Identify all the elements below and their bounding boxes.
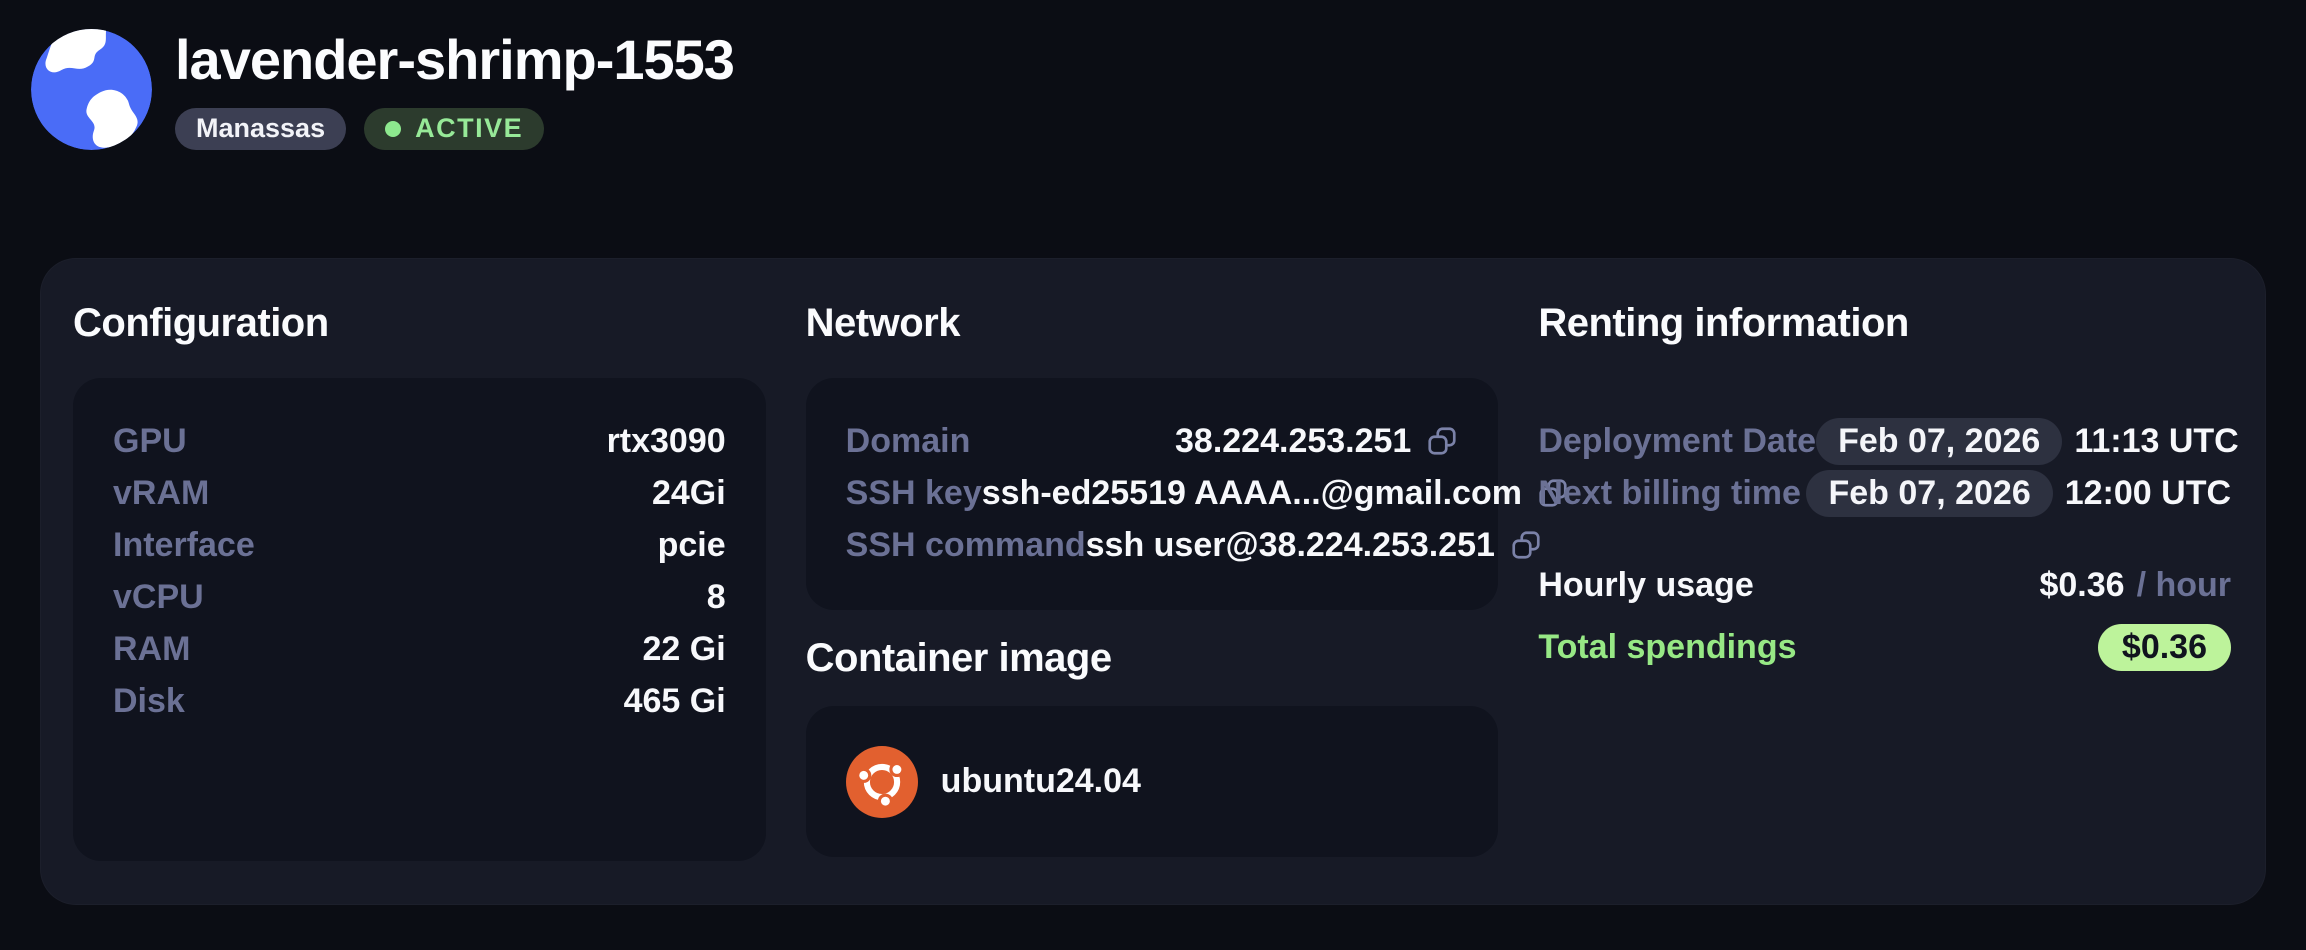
hourly-usage-label: Hourly usage [1538,568,1753,602]
hourly-usage-row: Hourly usage $0.36 / hour [1538,559,2231,611]
domain-value: 38.224.253.251 [1175,424,1411,458]
next-billing-row: Next billing time Feb 07, 2026 12:00 UTC [1538,467,2231,519]
hourly-usage-suffix: / hour [2137,568,2231,602]
container-image-card: ubuntu24.04 [806,706,1499,857]
network-section: Network Domain 38.224.253.251 SSH key [806,299,1499,904]
config-row-vcpu: vCPU 8 [113,571,726,623]
badges-row: Manassas ACTIVE [175,108,734,150]
network-heading: Network [806,299,1499,347]
network-label: Domain [846,424,971,458]
deployment-date-row: Deployment Date Feb 07, 2026 11:13 UTC [1538,415,2231,467]
config-row-ram: RAM 22 Gi [113,623,726,675]
copy-icon [1510,529,1542,561]
copy-domain-button[interactable] [1426,425,1458,457]
next-billing-date-pill: Feb 07, 2026 [1806,470,2052,517]
ubuntu-logo-icon [846,746,918,818]
ssh-key-value: ssh-ed25519 AAAA...@gmail.com [982,476,1522,510]
config-value: pcie [658,528,726,562]
copy-icon [1426,425,1458,457]
container-image-name: ubuntu24.04 [941,762,1141,801]
config-row-vram: vRAM 24Gi [113,467,726,519]
network-label: SSH command [846,528,1086,562]
network-card: Domain 38.224.253.251 SSH key ssh-ed2551… [806,378,1499,610]
instance-title: lavender-shrimp-1553 [175,29,734,92]
total-spendings-row: Total spendings $0.36 [1538,621,2231,673]
config-value: 24Gi [652,476,726,510]
total-spendings-label: Total spendings [1538,630,1796,664]
next-billing-label: Next billing time [1538,476,1801,510]
config-row-disk: Disk 465 Gi [113,675,726,727]
copy-ssh-command-button[interactable] [1510,529,1542,561]
config-value: 8 [707,580,726,614]
config-row-gpu: GPU rtx3090 [113,415,726,467]
container-image-heading: Container image [806,634,1499,682]
config-row-interface: Interface pcie [113,519,726,571]
next-billing-time: 12:00 UTC [2065,476,2231,510]
config-label: Interface [113,528,255,562]
deployment-date-pill: Feb 07, 2026 [1816,418,2062,465]
config-value: 465 Gi [624,684,726,718]
location-badge: Manassas [175,108,346,150]
configuration-card: GPU rtx3090 vRAM 24Gi Interface pcie vCP… [73,378,766,861]
config-value: 22 Gi [643,632,726,666]
instance-details-card: Configuration GPU rtx3090 vRAM 24Gi Inte… [40,258,2266,905]
hourly-usage-amount: $0.36 [2039,568,2124,602]
config-label: vRAM [113,476,209,510]
configuration-heading: Configuration [73,299,766,347]
network-row-ssh-command: SSH command ssh user@38.224.253.251 [846,519,1459,571]
network-label: SSH key [846,476,982,510]
deployment-time: 11:13 UTC [2074,424,2238,458]
status-badge-label: ACTIVE [415,115,523,142]
total-spendings-pill: $0.36 [2098,624,2231,671]
config-label: GPU [113,424,187,458]
container-image-section: Container image ubuntu24.04 [806,634,1499,857]
status-dot-icon [385,121,401,137]
renting-information-section: Renting information Deployment Date Feb … [1538,299,2231,904]
page-header: lavender-shrimp-1553 Manassas ACTIVE [31,29,734,150]
ssh-command-value: ssh user@38.224.253.251 [1086,528,1495,562]
globe-icon [31,29,152,150]
status-badge: ACTIVE [364,108,544,150]
config-label: RAM [113,632,190,666]
config-label: vCPU [113,580,204,614]
network-row-domain: Domain 38.224.253.251 [846,415,1459,467]
config-label: Disk [113,684,185,718]
config-value: rtx3090 [607,424,726,458]
deployment-date-label: Deployment Date [1538,424,1816,458]
network-row-ssh-key: SSH key ssh-ed25519 AAAA...@gmail.com [846,467,1459,519]
configuration-section: Configuration GPU rtx3090 vRAM 24Gi Inte… [73,299,766,904]
renting-information-heading: Renting information [1538,299,2231,347]
